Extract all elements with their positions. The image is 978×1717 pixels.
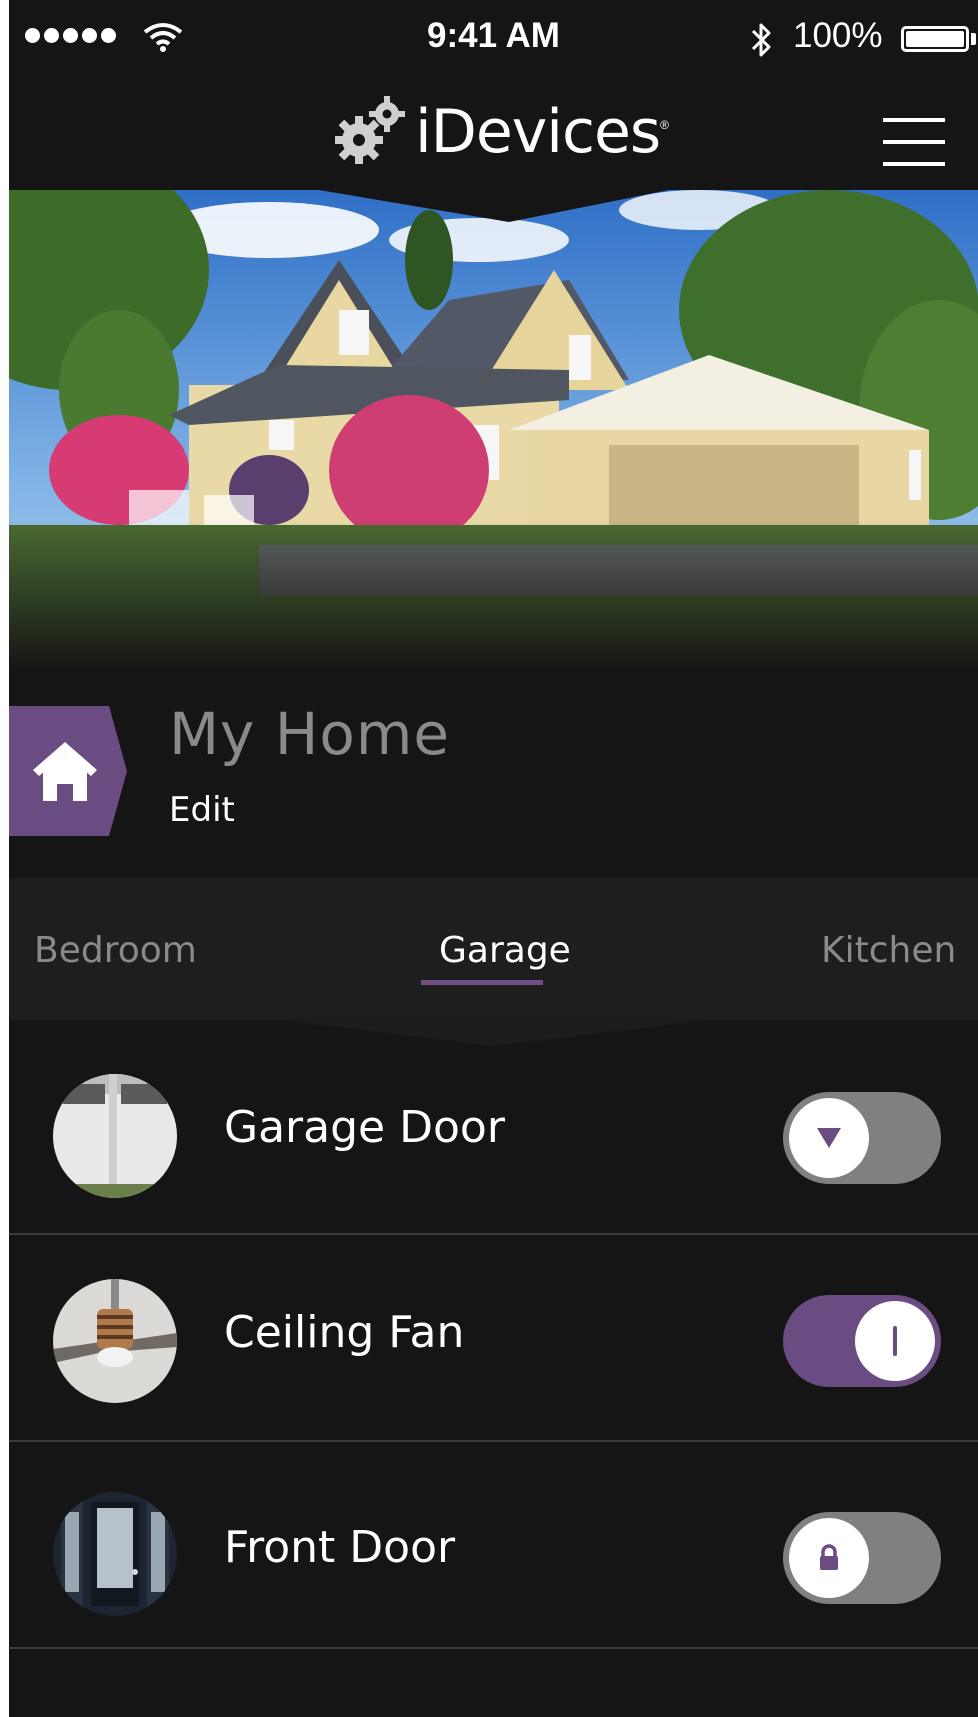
app-screen: 9:41 AM 100% iDevices ® My Home Edit Bed… (9, 0, 978, 1717)
front-door-thumbnail (53, 1492, 177, 1616)
device-name: Ceiling Fan (224, 1307, 465, 1358)
edit-link[interactable]: Edit (169, 790, 235, 830)
ceiling-fan-toggle[interactable] (783, 1295, 941, 1387)
device-row-front-door[interactable]: Front Door (9, 1444, 978, 1649)
tab-garage[interactable]: Garage (439, 930, 571, 971)
tab-bedroom[interactable]: Bedroom (34, 930, 197, 971)
battery-icon (901, 26, 969, 52)
power-line-icon (893, 1326, 897, 1356)
logo-text: iDevices (415, 97, 661, 167)
room-tabs: Bedroom Garage Kitchen (9, 878, 978, 1020)
bluetooth-icon (751, 23, 771, 57)
garage-door-thumbnail (53, 1074, 177, 1198)
lock-icon (820, 1544, 838, 1570)
ceiling-fan-thumbnail (53, 1279, 177, 1403)
menu-button[interactable] (883, 118, 949, 170)
header-notch (9, 182, 978, 222)
home-title: My Home (169, 700, 451, 768)
hamburger-icon (883, 118, 945, 122)
front-door-toggle[interactable] (783, 1512, 941, 1604)
status-bar: 9:41 AM 100% (9, 0, 978, 78)
app-logo: iDevices ® (329, 92, 669, 172)
device-row-ceiling-fan[interactable]: Ceiling Fan (9, 1237, 978, 1442)
gears-icon (335, 96, 405, 164)
home-badge[interactable] (9, 706, 127, 836)
battery-tip (971, 33, 976, 45)
logo-trademark: ® (660, 118, 669, 132)
active-tab-indicator (421, 980, 543, 985)
house-photo (9, 190, 978, 670)
battery-percent: 100% (793, 16, 883, 55)
device-name: Front Door (224, 1522, 456, 1573)
device-name: Garage Door (224, 1102, 505, 1153)
tab-kitchen[interactable]: Kitchen (821, 930, 956, 971)
device-row-garage-door[interactable]: Garage Door (9, 1030, 978, 1235)
triangle-down-icon (817, 1128, 841, 1148)
garage-door-toggle[interactable] (783, 1092, 941, 1184)
